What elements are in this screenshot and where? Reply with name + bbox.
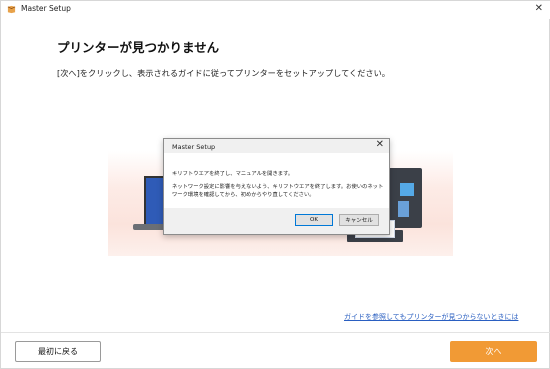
message-dialog: Master Setup ✕ キリフトウエアを終了し、マニュアルを開きます。 ネ… bbox=[163, 138, 390, 235]
printer-panel-graphic bbox=[400, 183, 414, 196]
next-button[interactable]: 次へ bbox=[450, 341, 537, 362]
printer-graphic bbox=[385, 168, 422, 228]
dialog-title: Master Setup bbox=[172, 143, 216, 151]
title-bar: Master Setup ✕ bbox=[1, 1, 550, 19]
footer-divider bbox=[1, 332, 550, 333]
laptop-base-graphic bbox=[133, 224, 166, 230]
page-title: プリンターが見つかりません bbox=[57, 40, 220, 55]
dialog-close-icon[interactable]: ✕ bbox=[376, 139, 384, 150]
app-icon bbox=[7, 5, 16, 14]
dialog-detail-message: ネットワーク設定に影響を与えないよう、キリフトウエアを終了します。お使いのネット… bbox=[172, 184, 384, 198]
cancel-button[interactable]: キャンセル bbox=[339, 214, 379, 226]
ok-button[interactable]: OK bbox=[295, 214, 333, 226]
dialog-message: キリフトウエアを終了し、マニュアルを開きます。 bbox=[172, 171, 294, 177]
printer-front-graphic bbox=[398, 201, 409, 217]
setup-window: Master Setup ✕ プリンターが見つかりません [次へ]をクリックし、… bbox=[0, 0, 550, 369]
window-title: Master Setup bbox=[21, 4, 71, 13]
back-to-start-button[interactable]: 最初に戻る bbox=[15, 341, 101, 362]
guide-help-link[interactable]: ガイドを参照してもプリンターが見つからないときには bbox=[344, 312, 518, 322]
dialog-body: キリフトウエアを終了し、マニュアルを開きます。 ネットワーク設定に影響を与えない… bbox=[164, 153, 389, 208]
window-close-icon[interactable]: ✕ bbox=[535, 3, 543, 14]
instruction-text: [次へ]をクリックし、表示されるガイドに従ってプリンターをセットアップしてくださ… bbox=[57, 68, 390, 78]
